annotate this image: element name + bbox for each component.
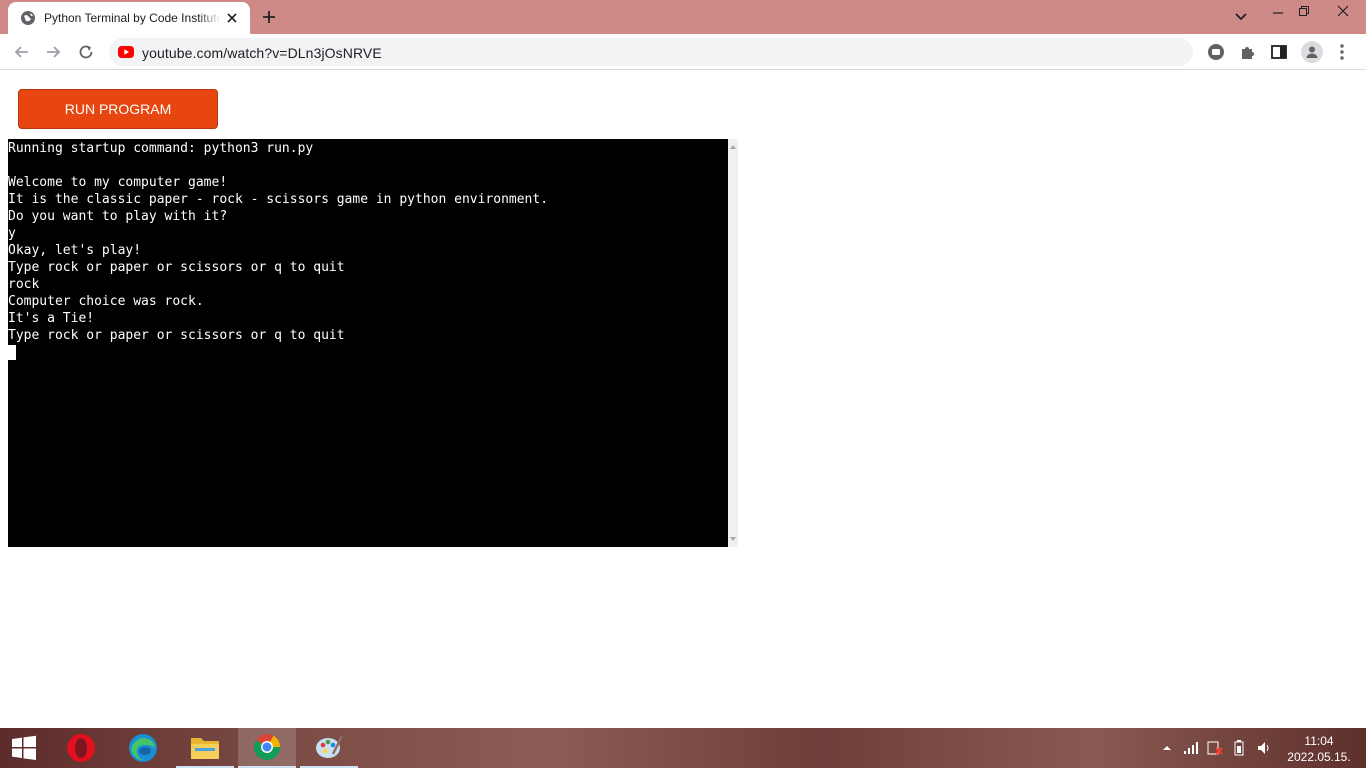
notification-muted-icon[interactable] [1207, 740, 1223, 756]
windows-start-icon[interactable] [0, 728, 48, 768]
network-signal-icon[interactable] [1183, 740, 1199, 756]
terminal-line: Do you want to play with it? [8, 209, 228, 224]
reload-icon[interactable] [76, 42, 96, 62]
browser-toolbar: youtube.com/watch?v=DLn3jOsNRVE [0, 34, 1366, 70]
chevron-up-icon[interactable] [1159, 740, 1175, 756]
address-bar[interactable]: youtube.com/watch?v=DLn3jOsNRVE [109, 38, 1193, 66]
more-menu-icon[interactable] [1333, 43, 1351, 61]
extensions-puzzle-icon[interactable] [1239, 43, 1257, 61]
chevron-down-icon[interactable] [1232, 9, 1250, 25]
browser-tab[interactable]: Python Terminal by Code Institute [8, 2, 250, 34]
terminal-line: Type rock or paper or scissors or q to q… [8, 328, 345, 343]
edge-icon[interactable] [114, 728, 172, 768]
terminal-line: Welcome to my computer game! [8, 175, 228, 190]
terminal-line: It is the classic paper - rock - scissor… [8, 192, 549, 207]
forward-arrow-icon[interactable] [43, 42, 63, 62]
scroll-down-arrow-icon[interactable] [730, 537, 736, 541]
globe-icon [20, 10, 36, 26]
media-control-icon[interactable] [1207, 43, 1225, 61]
browser-tab-strip: Python Terminal by Code Institute [0, 0, 1366, 34]
speaker-volume-icon[interactable] [1256, 740, 1272, 756]
youtube-icon [118, 45, 134, 59]
side-panel-icon[interactable] [1270, 43, 1288, 61]
terminal-line: rock [8, 277, 40, 292]
back-arrow-icon[interactable] [12, 42, 32, 62]
paint-icon[interactable] [300, 728, 358, 768]
run-program-button[interactable]: RUN PROGRAM [18, 89, 218, 129]
terminal-line: Type rock or paper or scissors or q to q… [8, 260, 345, 275]
close-window-icon[interactable] [1320, 0, 1366, 22]
terminal-line: It's a Tie! [8, 311, 95, 326]
taskbar-clock[interactable]: 11:04 2022.05.15. [1284, 733, 1354, 765]
terminal-scrollbar[interactable] [728, 139, 738, 547]
new-tab-icon[interactable] [260, 8, 278, 26]
terminal-output[interactable]: Running startup command: python3 run.py … [8, 139, 728, 547]
scroll-up-arrow-icon[interactable] [730, 145, 736, 149]
tab-title: Python Terminal by Code Institute [44, 11, 220, 25]
profile-avatar-icon[interactable] [1301, 41, 1323, 63]
opera-icon[interactable] [52, 728, 110, 768]
clock-date: 2022.05.15. [1287, 750, 1351, 764]
close-tab-icon[interactable] [224, 10, 240, 26]
terminal-line: Running startup command: python3 run.py [8, 141, 314, 156]
windows-taskbar: 11:04 2022.05.15. [0, 728, 1366, 768]
terminal-cursor [8, 345, 16, 360]
chrome-icon[interactable] [238, 728, 296, 768]
terminal-line: y [8, 226, 16, 241]
url-text: youtube.com/watch?v=DLn3jOsNRVE [142, 45, 382, 61]
terminal-line: Computer choice was rock. [8, 294, 204, 309]
battery-plug-icon[interactable] [1232, 740, 1248, 756]
clock-time: 11:04 [1304, 734, 1334, 748]
file-explorer-icon[interactable] [176, 728, 234, 768]
terminal-line: Okay, let's play! [8, 243, 142, 258]
